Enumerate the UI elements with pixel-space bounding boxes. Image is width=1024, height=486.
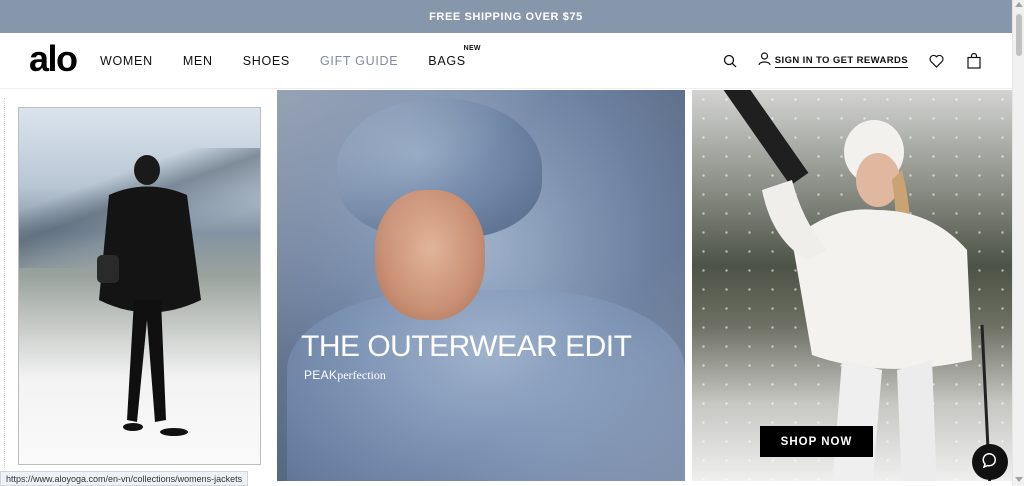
hero-image-left[interactable] bbox=[18, 107, 261, 465]
woman-in-black-coat-image bbox=[97, 155, 201, 436]
brand-logo[interactable]: alo bbox=[29, 41, 78, 77]
heart-icon[interactable] bbox=[926, 51, 946, 71]
nav-bags[interactable]: BAGS NEW bbox=[428, 45, 480, 68]
nav-gift-guide[interactable]: GIFT GUIDE bbox=[320, 54, 398, 68]
shop-now-button[interactable]: SHOP NOW bbox=[760, 426, 873, 457]
nav-bags-label: BAGS bbox=[428, 54, 466, 68]
hero-headline: THE OUTERWEAR EDIT bbox=[301, 330, 632, 363]
scrollbar[interactable] bbox=[1012, 0, 1024, 486]
promo-banner[interactable]: FREE SHIPPING OVER $75 bbox=[0, 0, 1012, 33]
nav-shoes[interactable]: SHOES bbox=[243, 54, 290, 68]
scroll-up-arrow-icon[interactable] bbox=[1015, 2, 1023, 7]
sign-in-label: SIGN IN TO GET REWARDS bbox=[774, 54, 908, 68]
search-icon[interactable] bbox=[720, 51, 740, 71]
subtitle-script: perfection bbox=[337, 368, 386, 382]
main-header: alo WOMEN MEN SHOES GIFT GUIDE BAGS NEW … bbox=[0, 33, 1012, 89]
hero-image-right[interactable] bbox=[692, 90, 1012, 481]
status-bar-url: https://www.aloyoga.com/en-vn/collection… bbox=[0, 471, 249, 486]
subtitle-brand: PEAK bbox=[304, 368, 338, 382]
scroll-thumb[interactable] bbox=[1016, 14, 1022, 56]
nav-men[interactable]: MEN bbox=[183, 54, 213, 68]
chat-icon bbox=[982, 452, 998, 473]
nav-women[interactable]: WOMEN bbox=[100, 54, 153, 68]
hero-image-center[interactable]: THE OUTERWEAR EDIT PEAKperfection bbox=[277, 90, 685, 481]
light-overlay bbox=[277, 90, 685, 481]
user-icon bbox=[758, 51, 771, 71]
side-guide bbox=[4, 98, 14, 468]
header-actions: SIGN IN TO GET REWARDS bbox=[720, 51, 984, 71]
chat-button[interactable] bbox=[972, 444, 1008, 480]
bag-icon[interactable] bbox=[964, 51, 984, 71]
new-badge: NEW bbox=[463, 45, 481, 52]
promo-text: FREE SHIPPING OVER $75 bbox=[429, 10, 583, 23]
scroll-down-arrow-icon[interactable] bbox=[1015, 477, 1023, 482]
sign-in-link[interactable]: SIGN IN TO GET REWARDS bbox=[758, 51, 908, 71]
hero-subtitle: PEAKperfection bbox=[304, 368, 386, 383]
main-nav: WOMEN MEN SHOES GIFT GUIDE BAGS NEW bbox=[100, 45, 481, 68]
